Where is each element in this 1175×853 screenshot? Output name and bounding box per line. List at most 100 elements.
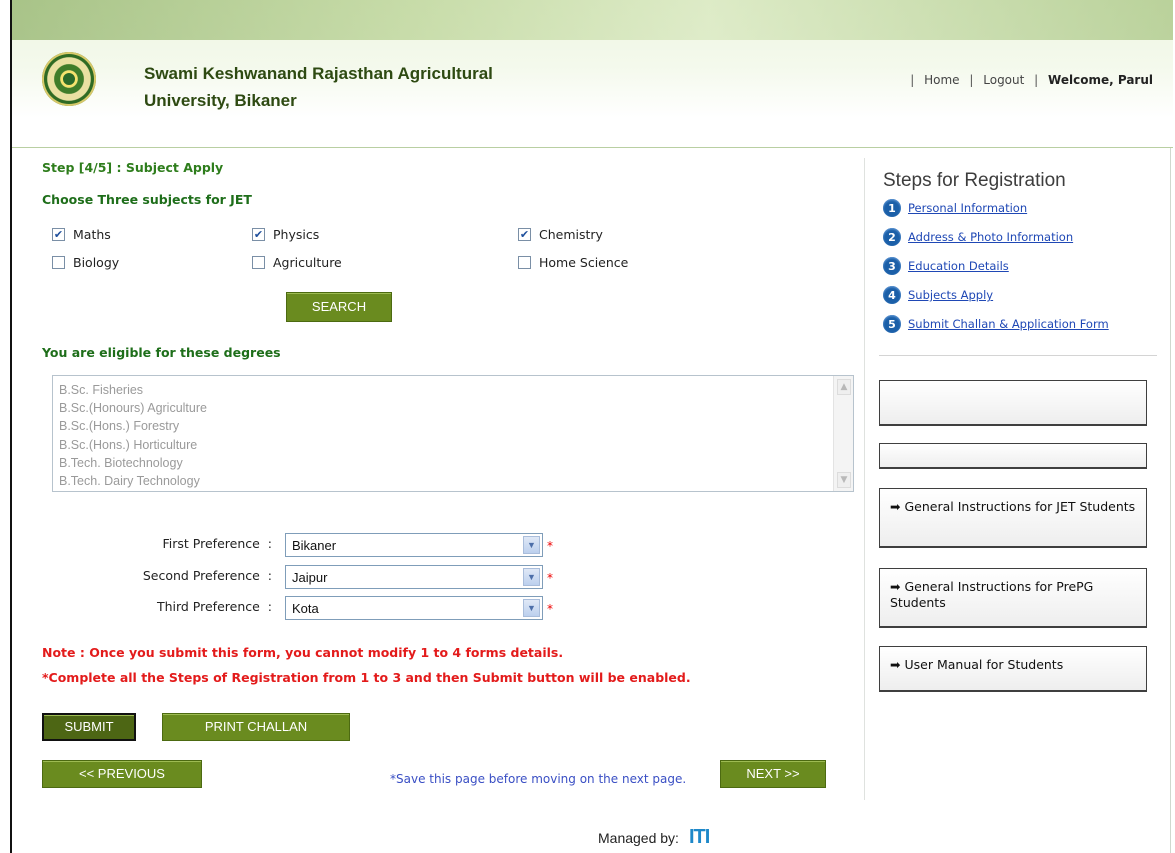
panel-label: General Instructions for JET Students (904, 499, 1136, 514)
sidebar-link-education-details[interactable]: Education Details (908, 259, 1009, 273)
panel-label: User Manual for Students (904, 657, 1064, 672)
required-asterisk: * (547, 571, 553, 585)
university-logo-icon (42, 52, 96, 106)
degree-items: B.Sc. Fisheries B.Sc.(Honours) Agricultu… (53, 381, 207, 490)
step-number-badge: 3 (883, 257, 901, 275)
list-item[interactable]: B.Tech. Biotechnology (53, 454, 207, 472)
sidebar-empty-panel (879, 380, 1147, 426)
chevron-down-icon[interactable]: ▼ (523, 568, 540, 586)
subject-checkbox-home-science[interactable]: Home Science (518, 255, 628, 270)
submit-note: Note : Once you submit this form, you ca… (42, 645, 564, 660)
scroll-down-icon[interactable]: ▼ (837, 472, 851, 488)
subject-checkbox-physics[interactable]: ✔ Physics (252, 227, 319, 242)
eligible-degrees-title: You are eligible for these degrees (42, 345, 281, 360)
subject-label: Agriculture (273, 255, 342, 270)
second-preference-label: Second Preference : (142, 568, 272, 583)
logo-center (61, 71, 77, 87)
required-asterisk: * (547, 539, 553, 553)
jet-instructions-link[interactable]: ➡ General Instructions for JET Students (879, 488, 1147, 548)
panel-label: General Instructions for PrePG Students (890, 579, 1094, 610)
header-decoration (12, 0, 1173, 40)
logout-link[interactable]: Logout (983, 73, 1024, 87)
list-item[interactable]: B.Tech. Dairy Technology (53, 472, 207, 490)
previous-button[interactable]: << PREVIOUS (42, 760, 202, 788)
required-asterisk: * (547, 602, 553, 616)
subject-label: Maths (73, 227, 111, 242)
step-number-badge: 1 (883, 199, 901, 217)
sidebar-step-3[interactable]: 3 Education Details (883, 257, 1009, 275)
arrow-right-icon: ➡ (890, 499, 901, 514)
subject-checkbox-agriculture[interactable]: Agriculture (252, 255, 342, 270)
checkbox-checked-icon[interactable]: ✔ (52, 228, 65, 241)
checkbox-empty-icon[interactable] (252, 256, 265, 269)
first-preference-select[interactable]: Bikaner ▼ (285, 533, 543, 557)
sidebar-link-personal-information[interactable]: Personal Information (908, 201, 1027, 215)
separator: | (1034, 73, 1039, 87)
top-links: | Home | Logout | Welcome, Parul (904, 73, 1153, 87)
list-item[interactable]: B.Sc.(Honours) Agriculture (53, 399, 207, 417)
step-number-badge: 4 (883, 286, 901, 304)
separator: | (910, 73, 915, 87)
university-name: Swami Keshwanand Rajasthan Agricultural … (144, 60, 493, 114)
save-page-note: *Save this page before moving on the nex… (390, 772, 687, 786)
sidebar-title: Steps for Registration (883, 170, 1066, 191)
sidebar-link-subjects-apply[interactable]: Subjects Apply (908, 288, 993, 302)
print-challan-button[interactable]: PRINT CHALLAN (162, 713, 350, 741)
third-preference-label: Third Preference : (156, 599, 272, 614)
sidebar-step-4[interactable]: 4 Subjects Apply (883, 286, 993, 304)
step-number-badge: 5 (883, 315, 901, 333)
list-item[interactable]: B.Sc.(Hons.) Horticulture (53, 436, 207, 454)
subject-label: Chemistry (539, 227, 603, 242)
search-button[interactable]: SEARCH (286, 292, 392, 322)
choose-subjects-title: Choose Three subjects for JET (42, 192, 252, 207)
subject-checkbox-biology[interactable]: Biology (52, 255, 119, 270)
eligible-degrees-list[interactable]: B.Sc. Fisheries B.Sc.(Honours) Agricultu… (52, 375, 854, 492)
sidebar-step-2[interactable]: 2 Address & Photo Information (883, 228, 1073, 246)
sidebar-empty-panel (879, 443, 1147, 469)
sidebar-divider (879, 355, 1157, 356)
subject-label: Home Science (539, 255, 629, 270)
managed-by-label: Managed by: (598, 829, 679, 846)
sidebar-link-submit-challan[interactable]: Submit Challan & Application Form (908, 317, 1109, 331)
university-name-line1: Swami Keshwanand Rajasthan Agricultural (144, 64, 493, 83)
page-frame: Swami Keshwanand Rajasthan Agricultural … (10, 0, 1173, 853)
header: Swami Keshwanand Rajasthan Agricultural … (12, 0, 1173, 148)
subject-label: Physics (273, 227, 320, 242)
arrow-right-icon: ➡ (890, 657, 901, 672)
subject-label: Biology (73, 255, 120, 270)
chevron-down-icon[interactable]: ▼ (523, 536, 540, 554)
chevron-down-icon[interactable]: ▼ (523, 599, 540, 617)
scroll-up-icon[interactable]: ▲ (837, 379, 851, 395)
checkbox-empty-icon[interactable] (52, 256, 65, 269)
next-button[interactable]: NEXT >> (720, 760, 826, 788)
sidebar-step-1[interactable]: 1 Personal Information (883, 199, 1027, 217)
sidebar-step-5[interactable]: 5 Submit Challan & Application Form (883, 315, 1109, 333)
scrollbar[interactable]: ▲ ▼ (833, 376, 853, 491)
checkbox-checked-icon[interactable]: ✔ (252, 228, 265, 241)
prepg-instructions-link[interactable]: ➡ General Instructions for PrePG Students (879, 568, 1147, 628)
submit-button[interactable]: SUBMIT (42, 713, 136, 741)
list-item[interactable]: B.Sc. Fisheries (53, 381, 207, 399)
home-link[interactable]: Home (924, 73, 959, 87)
user-manual-link[interactable]: ➡ User Manual for Students (879, 646, 1147, 692)
arrow-right-icon: ➡ (890, 579, 901, 594)
separator: | (969, 73, 974, 87)
subject-checkbox-maths[interactable]: ✔ Maths (52, 227, 111, 242)
sidebar-link-address-photo[interactable]: Address & Photo Information (908, 230, 1073, 244)
list-item[interactable]: B.Sc.(Hons.) Forestry (53, 417, 207, 435)
steps-note: *Complete all the Steps of Registration … (42, 670, 691, 685)
checkbox-checked-icon[interactable]: ✔ (518, 228, 531, 241)
selected-value: Bikaner (292, 538, 337, 553)
sidebar: Steps for Registration 1 Personal Informa… (864, 158, 1172, 800)
footer: Managed by: ITI (598, 826, 710, 849)
third-preference-select[interactable]: Kota ▼ (285, 596, 543, 620)
subject-checkbox-chemistry[interactable]: ✔ Chemistry (518, 227, 603, 242)
university-name-line2: University, Bikaner (144, 91, 297, 110)
step-number-badge: 2 (883, 228, 901, 246)
first-preference-label: First Preference : (162, 536, 272, 551)
iti-logo: ITI (688, 826, 710, 848)
selected-value: Kota (292, 601, 319, 616)
step-title: Step [4/5] : Subject Apply (42, 160, 224, 175)
second-preference-select[interactable]: Jaipur ▼ (285, 565, 543, 589)
checkbox-empty-icon[interactable] (518, 256, 531, 269)
